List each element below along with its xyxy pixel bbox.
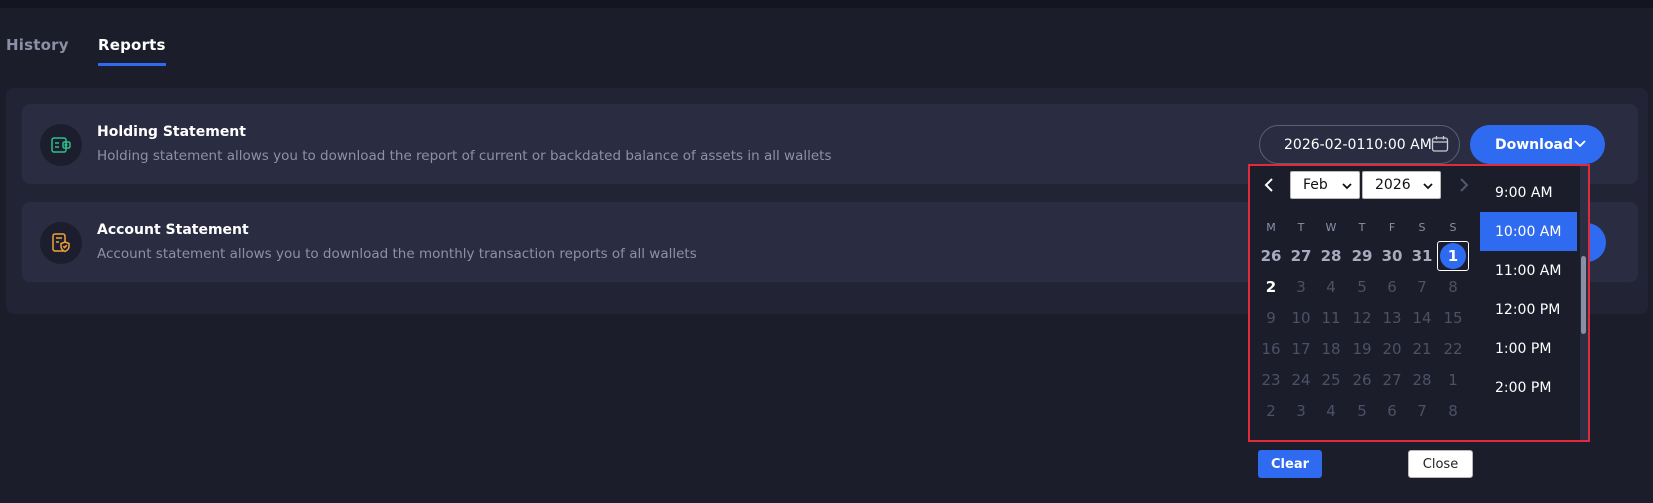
month-select-value: Feb xyxy=(1303,177,1328,193)
time-option[interactable]: 1:00 PM xyxy=(1480,329,1577,368)
calendar-day: 19 xyxy=(1352,340,1372,358)
calendar-day: 14 xyxy=(1412,309,1432,327)
calendar-day: 8 xyxy=(1448,402,1458,420)
weekday-label: W xyxy=(1325,221,1337,234)
chevron-down-icon xyxy=(1342,183,1352,190)
calendar-day: 4 xyxy=(1326,278,1336,296)
year-select[interactable]: 2026 xyxy=(1362,171,1441,199)
chevron-down-icon xyxy=(1423,183,1433,190)
weekday-label: M xyxy=(1266,221,1276,234)
weekday-label: T xyxy=(1297,221,1305,234)
year-select-value: 2026 xyxy=(1375,177,1411,193)
calendar-day: 21 xyxy=(1412,340,1432,358)
time-option[interactable]: 2:00 PM xyxy=(1480,368,1577,407)
clear-button[interactable]: Clear xyxy=(1258,450,1322,478)
calendar-day[interactable]: 26 xyxy=(1255,241,1287,271)
calendar-day: 24 xyxy=(1291,371,1311,389)
calendar-day[interactable]: 30 xyxy=(1376,241,1408,271)
calendar-day: 15 xyxy=(1443,309,1463,327)
weekday-label: S xyxy=(1418,221,1426,234)
card-title: Account Statement xyxy=(97,222,249,238)
month-select[interactable]: Feb xyxy=(1290,171,1360,199)
calendar-day: 18 xyxy=(1321,340,1341,358)
time-option[interactable]: 11:00 AM xyxy=(1480,251,1577,290)
calendar-day: 20 xyxy=(1382,340,1402,358)
calendar-day[interactable]: 28 xyxy=(1315,241,1347,271)
calendar-day: 25 xyxy=(1321,371,1341,389)
calendar-day: 6 xyxy=(1387,402,1397,420)
tab-history[interactable]: History xyxy=(6,36,69,54)
weekday-label: F xyxy=(1388,221,1396,234)
top-bar xyxy=(0,0,1653,8)
time-option[interactable]: 12:00 PM xyxy=(1480,290,1577,329)
previous-month-button[interactable] xyxy=(1258,174,1280,196)
weekday-label: T xyxy=(1358,221,1366,234)
card-description: Account statement allows you to download… xyxy=(97,246,697,262)
time-option-selected[interactable]: 10:00 AM xyxy=(1480,212,1577,251)
calendar-day: 7 xyxy=(1417,402,1427,420)
calendar-day-selected[interactable]: 1 xyxy=(1437,241,1469,271)
shield-document-icon xyxy=(40,222,82,264)
calendar-day: 26 xyxy=(1352,371,1372,389)
selected-day-label: 1 xyxy=(1440,243,1466,269)
chevron-left-icon xyxy=(1264,178,1273,192)
calendar-day: 23 xyxy=(1261,371,1281,389)
wallet-statement-icon xyxy=(40,124,82,166)
download-label: Download xyxy=(1495,136,1574,153)
time-list: 9:00 AM 10:00 AM 11:00 AM 12:00 PM 1:00 … xyxy=(1480,166,1588,440)
date-time-picker: Feb 2026 M T W T F S S 26 27 28 29 30 31… xyxy=(1248,164,1590,442)
weekday-label: S xyxy=(1449,221,1457,234)
calendar-day: 22 xyxy=(1443,340,1463,358)
calendar-day: 11 xyxy=(1321,309,1341,327)
calendar-day: 12 xyxy=(1352,309,1372,327)
calendar-day: 3 xyxy=(1296,278,1306,296)
calendar-day: 4 xyxy=(1326,402,1336,420)
card-description: Holding statement allows you to download… xyxy=(97,148,832,164)
calendar-day: 7 xyxy=(1417,278,1427,296)
calendar-day: 5 xyxy=(1357,402,1367,420)
close-button[interactable]: Close xyxy=(1408,450,1473,478)
date-time-value: 2026-02-0110:00 AM xyxy=(1284,136,1432,153)
download-button[interactable]: Download xyxy=(1470,125,1605,164)
calendar-day: 3 xyxy=(1296,402,1306,420)
calendar-day: 28 xyxy=(1412,371,1432,389)
calendar-icon[interactable] xyxy=(1431,135,1449,157)
calendar-day: 13 xyxy=(1382,309,1402,327)
time-option[interactable]: 9:00 AM xyxy=(1480,173,1577,212)
tab-reports[interactable]: Reports xyxy=(98,36,166,66)
calendar-day: 1 xyxy=(1448,371,1458,389)
date-time-input[interactable]: 2026-02-0110:00 AM xyxy=(1259,125,1460,164)
calendar-day[interactable]: 27 xyxy=(1285,241,1317,271)
calendar-day: 10 xyxy=(1291,309,1311,327)
calendar-day: 9 xyxy=(1266,309,1276,327)
calendar-day[interactable]: 29 xyxy=(1346,241,1378,271)
calendar-day[interactable]: 31 xyxy=(1406,241,1438,271)
calendar-day[interactable]: 2 xyxy=(1255,272,1287,302)
calendar-day: 5 xyxy=(1357,278,1367,296)
chevron-down-icon xyxy=(1573,137,1587,155)
calendar-day: 17 xyxy=(1291,340,1311,358)
next-month-button[interactable] xyxy=(1453,174,1475,196)
time-scrollbar-thumb[interactable] xyxy=(1581,256,1586,334)
card-title: Holding Statement xyxy=(97,124,246,140)
calendar-day: 27 xyxy=(1382,371,1402,389)
chevron-right-icon xyxy=(1460,178,1469,192)
calendar-day: 6 xyxy=(1387,278,1397,296)
calendar-day: 2 xyxy=(1266,402,1276,420)
calendar-day: 16 xyxy=(1261,340,1281,358)
calendar-day: 8 xyxy=(1448,278,1458,296)
